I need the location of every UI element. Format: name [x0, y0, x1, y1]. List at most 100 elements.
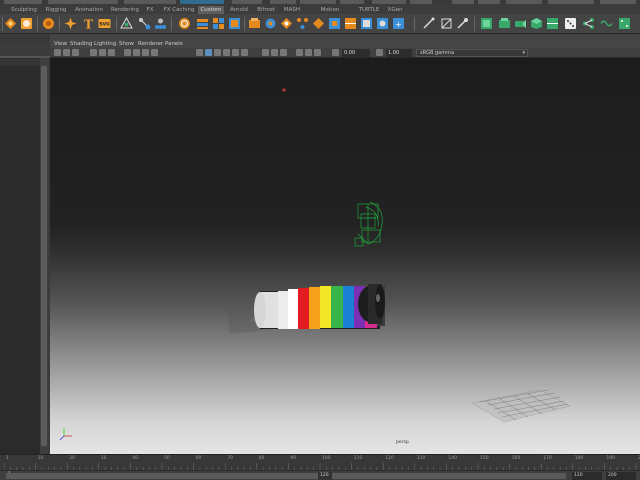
wand-icon[interactable]: [312, 17, 325, 30]
modules-icon[interactable]: [228, 17, 241, 30]
svg-icon[interactable]: SVG: [98, 17, 111, 30]
cube-green-icon[interactable]: [546, 17, 559, 30]
snap-icon[interactable]: [440, 17, 453, 30]
smooth-shade-icon[interactable]: [205, 49, 212, 56]
shelf-tab-motion-graphics[interactable]: Motion Graphics: [308, 6, 352, 21]
grid-plane[interactable]: [471, 389, 571, 423]
range-slider[interactable]: 1 120 120 200: [0, 470, 640, 480]
lights-icon[interactable]: [223, 49, 230, 56]
depth-of-field-icon[interactable]: [305, 49, 312, 56]
safe-title-icon[interactable]: [151, 49, 158, 56]
camera-icon[interactable]: [514, 17, 527, 30]
range-bar[interactable]: [6, 473, 566, 479]
light-icon[interactable]: [154, 17, 167, 30]
grid-toggle-icon[interactable]: [90, 49, 97, 56]
grid-icon[interactable]: [280, 17, 293, 30]
menu-show[interactable]: Show: [119, 40, 134, 48]
orange-diamond-icon[interactable]: [4, 17, 17, 30]
max-frame-field[interactable]: 200: [606, 472, 636, 480]
shade-icon[interactable]: [120, 17, 133, 30]
menu-renderer[interactable]: Renderer: [138, 40, 163, 48]
menu-panels[interactable]: Panels: [165, 40, 183, 48]
menu-shading[interactable]: Shading: [70, 40, 92, 48]
outliner-list[interactable]: [0, 58, 40, 454]
cube-icon[interactable]: [376, 17, 389, 30]
film-gate-icon[interactable]: [99, 49, 106, 56]
shelf-tabs: Sculpting Rigging Animation Rendering FX…: [0, 5, 640, 21]
motion-blur-icon[interactable]: [280, 49, 287, 56]
box-icon[interactable]: [248, 17, 261, 30]
shelf-tab-mash[interactable]: MASH: [282, 6, 302, 14]
menu-lighting[interactable]: Lighting: [94, 40, 116, 48]
shelf-tab-animation[interactable]: Animation: [74, 6, 104, 14]
wireframe-icon[interactable]: [196, 49, 203, 56]
shelf-tab-custom[interactable]: Custom: [198, 6, 224, 14]
render-icon[interactable]: [138, 17, 151, 30]
dice-icon[interactable]: [564, 17, 577, 30]
exposure-icon[interactable]: [332, 49, 339, 56]
gamma-icon[interactable]: [376, 49, 383, 56]
time-tick-label: 140: [448, 456, 457, 461]
nodes-icon[interactable]: [582, 17, 595, 30]
brush-icon[interactable]: [456, 17, 469, 30]
shelf-tab-fx[interactable]: FX: [144, 6, 156, 14]
camera-wireframe[interactable]: [354, 201, 383, 247]
shelf-tab-rigging[interactable]: Rigging: [44, 6, 68, 14]
cycle-icon[interactable]: [178, 17, 191, 30]
light-marker[interactable]: [282, 88, 286, 92]
texture-icon[interactable]: [214, 49, 221, 56]
striped-cylinder[interactable]: [254, 284, 385, 329]
cube-green-icon[interactable]: [530, 17, 543, 30]
ambient-occlusion-icon[interactable]: [241, 49, 248, 56]
camera-select-icon[interactable]: [54, 49, 61, 56]
shadows-icon[interactable]: [232, 49, 239, 56]
layers-icon[interactable]: [196, 17, 209, 30]
panel-handle[interactable]: [0, 34, 50, 44]
time-tick-label: 130: [416, 456, 426, 461]
shelf-tab-turtle[interactable]: TURTLE: [358, 6, 380, 14]
shell-icon[interactable]: [498, 17, 511, 30]
gamma-field[interactable]: 1.00: [386, 49, 412, 57]
shelf-tab-xgen[interactable]: XGen: [386, 6, 404, 14]
field-chart-icon[interactable]: [133, 49, 140, 56]
shelf-tab-bifrost[interactable]: Bifrost: [254, 6, 278, 14]
safe-action-icon[interactable]: [142, 49, 149, 56]
range-end-field[interactable]: 120: [572, 472, 602, 480]
panel-scroll-thumb[interactable]: [41, 66, 47, 446]
menu-view[interactable]: View: [54, 40, 67, 48]
rows-icon[interactable]: [212, 17, 225, 30]
antialias-icon[interactable]: [296, 49, 303, 56]
range-end-marker[interactable]: 120: [318, 472, 332, 480]
exposure-field[interactable]: 0.00: [342, 49, 370, 57]
cube-icon[interactable]: +: [392, 17, 405, 30]
shelf-tab-rendering[interactable]: Rendering: [110, 6, 140, 14]
shelf-tab-fx-caching[interactable]: FX Caching: [162, 6, 196, 14]
wave-icon[interactable]: [600, 17, 613, 30]
paint-icon[interactable]: [422, 17, 435, 30]
orange-sphere-icon[interactable]: [42, 17, 55, 30]
color-management-dropdown[interactable]: sRGB gamma ▾: [416, 49, 528, 57]
camera-lock-icon[interactable]: [63, 49, 70, 56]
viewport[interactable]: persp: [50, 58, 640, 454]
isolate-icon[interactable]: [271, 49, 278, 56]
dice-icon[interactable]: [618, 17, 631, 30]
cube-green-icon[interactable]: [480, 17, 493, 30]
plane-icon[interactable]: [344, 17, 357, 30]
isolate-select-icon[interactable]: [314, 49, 321, 56]
network-icon[interactable]: [296, 17, 309, 30]
svg-text:SVG: SVG: [99, 22, 110, 28]
cube-icon[interactable]: [360, 17, 373, 30]
brush-icon[interactable]: [328, 17, 341, 30]
time-tick-label: 120: [385, 456, 394, 461]
gate-mask-icon[interactable]: [124, 49, 131, 56]
orange-sphere-icon[interactable]: [20, 17, 33, 30]
xray-icon[interactable]: [262, 49, 269, 56]
shelf-tab-sculpting[interactable]: Sculpting: [10, 6, 38, 14]
resolution-gate-icon[interactable]: [108, 49, 115, 56]
text-icon[interactable]: T: [82, 17, 95, 31]
time-slider[interactable]: 1 10 20 30 40 50 60 70 80 90 100 110 120 130 140 150 160…: [0, 454, 640, 471]
deformer-icon[interactable]: [264, 17, 277, 30]
bookmark-icon[interactable]: [72, 49, 79, 56]
orange-star-icon[interactable]: [64, 17, 77, 30]
shelf-tab-arnold[interactable]: Arnold: [228, 6, 250, 14]
